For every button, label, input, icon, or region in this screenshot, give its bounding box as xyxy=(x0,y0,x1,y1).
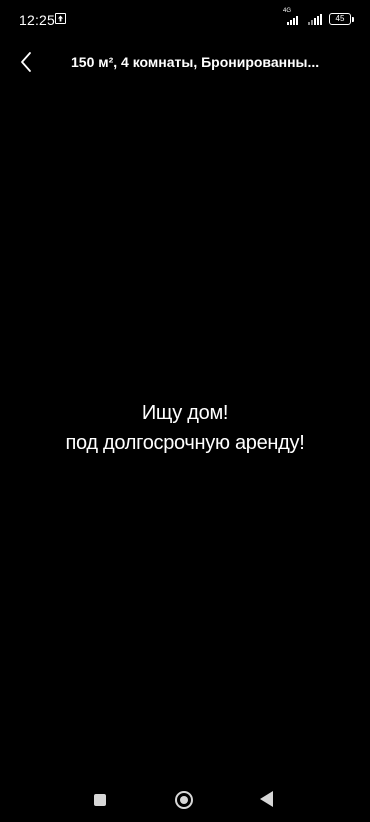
battery-tip xyxy=(352,16,354,22)
status-time: 12:25 xyxy=(19,12,56,28)
app-header: 150 м², 4 комнаты, Бронированны... xyxy=(0,44,370,80)
system-back-button[interactable] xyxy=(260,791,273,807)
ad-image-text: Ищу дом! под долгосрочную аренду! xyxy=(0,398,370,458)
ad-line-1: Ищу дом! xyxy=(141,402,229,424)
upload-icon xyxy=(55,13,66,24)
status-icons: 4G 45 xyxy=(283,8,354,26)
status-bar: 12:25 4G 45 xyxy=(0,0,370,38)
ad-line-2: под долгосрочную аренду! xyxy=(65,432,305,454)
signal-icon-2 xyxy=(307,12,323,26)
system-nav-bar xyxy=(0,776,370,822)
network-type-label: 4G xyxy=(283,8,292,14)
home-button[interactable] xyxy=(175,791,193,809)
signal-icon: 4G xyxy=(283,8,301,26)
chevron-left-icon xyxy=(21,52,31,72)
back-button[interactable] xyxy=(13,48,41,76)
page-title: 150 м², 4 комнаты, Бронированны... xyxy=(71,54,320,70)
battery-icon: 45 xyxy=(329,13,351,25)
recent-apps-button[interactable] xyxy=(94,794,106,806)
